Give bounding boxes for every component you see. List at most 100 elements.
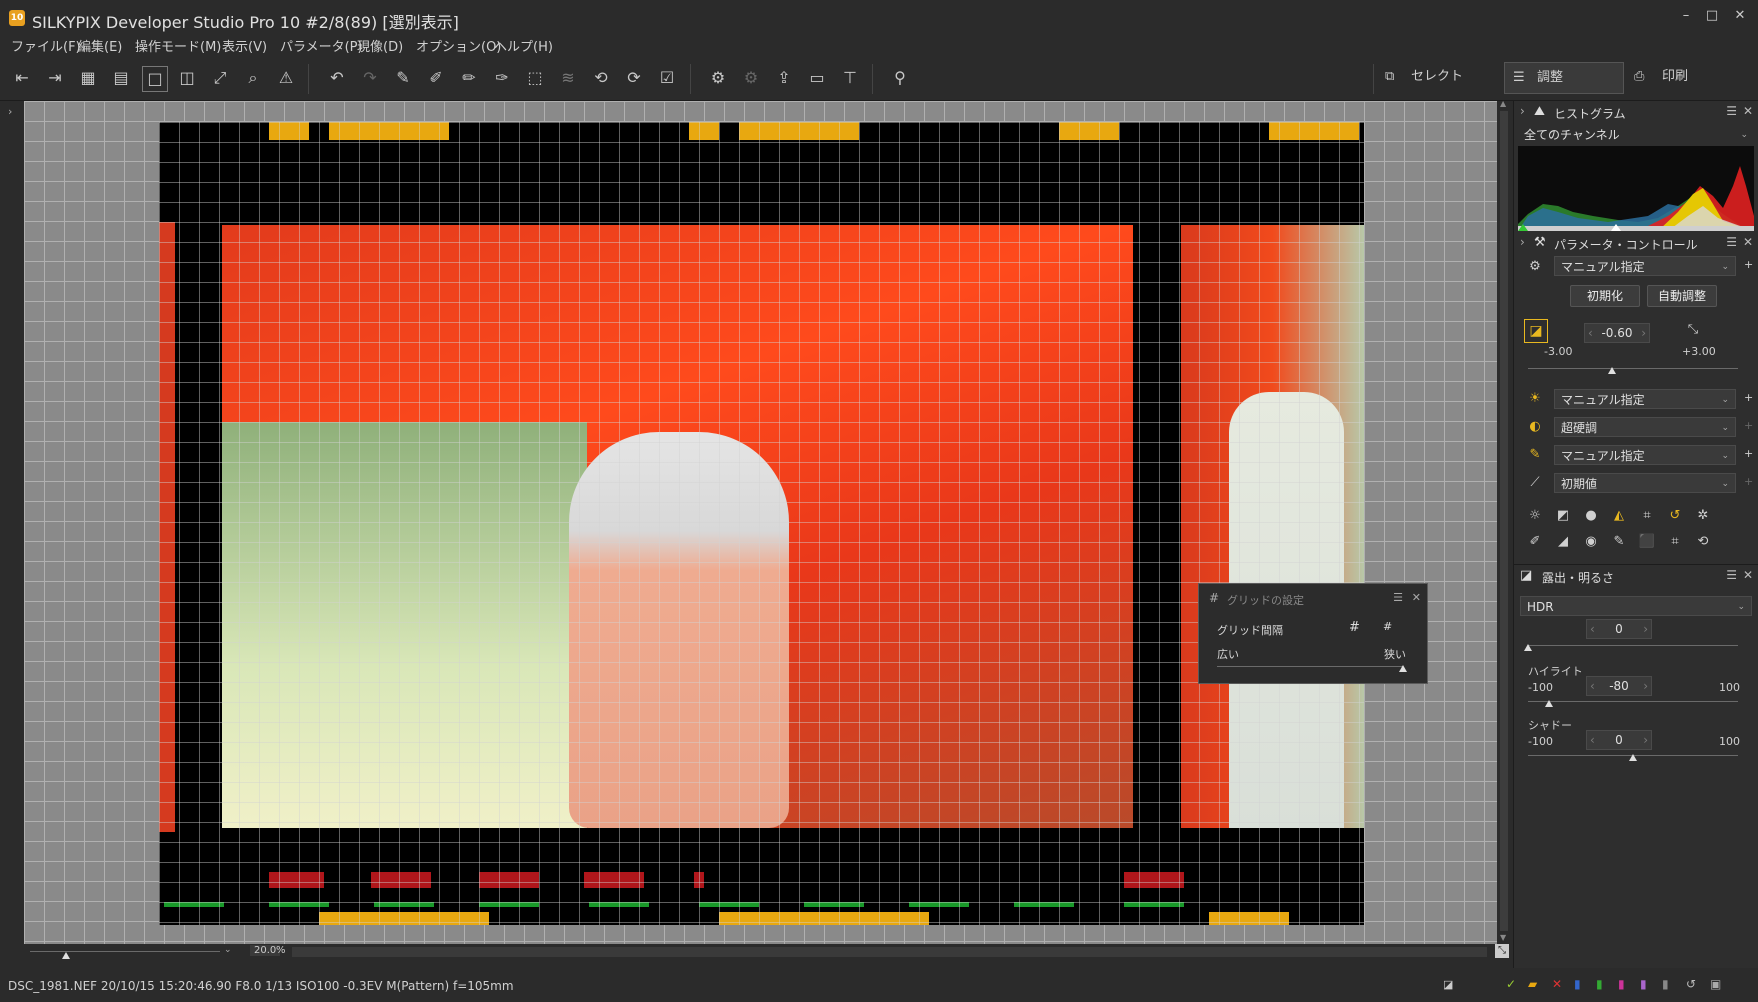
vertical-scroll-thumb[interactable] — [1500, 111, 1508, 931]
tool-icon[interactable]: ⊤ — [838, 66, 862, 90]
left-panel-toggle[interactable]: › — [0, 101, 22, 956]
white-balance-select[interactable]: マニュアル指定 ⌄ — [1554, 389, 1736, 409]
zoom-dropdown-icon[interactable]: ⌄ — [224, 945, 232, 955]
menu-mode[interactable]: 操作モード(M) — [135, 36, 221, 55]
dialog-menu-icon[interactable]: ☰ — [1393, 591, 1403, 604]
highlight-slider[interactable] — [1528, 701, 1738, 702]
hdr-mode-select[interactable]: HDR ⌄ — [1520, 596, 1752, 616]
increment-icon[interactable]: › — [1643, 620, 1648, 638]
folder-icon[interactable]: ▰ — [1528, 977, 1537, 991]
photo-preview[interactable] — [159, 122, 1364, 925]
search-person-icon[interactable]: ⚲ — [888, 66, 912, 90]
decrement-icon[interactable]: ‹ — [1588, 324, 1593, 342]
pink-label-icon[interactable]: ▮ — [1618, 977, 1625, 991]
redo-icon[interactable]: ↷ — [358, 66, 382, 90]
increment-icon[interactable]: › — [1643, 731, 1648, 749]
histogram-header[interactable]: › ⛰ ヒストグラム ☰ ✕ — [1514, 101, 1758, 125]
panel-close-icon[interactable]: ✕ — [1743, 104, 1753, 118]
zoom-icon[interactable]: ⌕ — [241, 66, 265, 90]
exposure-value-field[interactable]: ‹ -0.60 › — [1584, 323, 1650, 343]
prev-image-icon[interactable]: ⇤ — [10, 66, 34, 90]
compare-view-icon[interactable]: ◫ — [175, 66, 199, 90]
filmstrip-view-icon[interactable]: ▤ — [109, 66, 133, 90]
highlight-value-field[interactable]: ‹ -80 › — [1586, 676, 1652, 696]
panel-close-icon[interactable]: ✕ — [1743, 568, 1753, 582]
panel-close-icon[interactable]: ✕ — [1743, 235, 1753, 249]
menu-option[interactable]: オプション(O) — [416, 36, 501, 55]
increment-icon[interactable]: › — [1643, 677, 1648, 695]
check-icon[interactable]: ☑ — [655, 66, 679, 90]
exposure-panel-header[interactable]: ◪ 露出・明るさ ☰ ✕ — [1514, 564, 1758, 589]
menu-parameter[interactable]: パラメータ(P) — [280, 36, 363, 55]
maximize-button[interactable]: □ — [1700, 6, 1724, 26]
zoom-slider-knob[interactable] — [62, 952, 70, 959]
grid-interval-slider-knob[interactable] — [1399, 665, 1407, 672]
hdr-slider[interactable] — [1528, 645, 1738, 646]
collapse-chevron-icon[interactable]: › — [1520, 104, 1525, 118]
histogram-channel-select[interactable]: 全てのチャンネル ⌄ — [1518, 125, 1754, 145]
sharpness-icon[interactable]: ✎ — [1526, 446, 1544, 464]
close-button[interactable]: ✕ — [1728, 6, 1752, 26]
exposure-icon[interactable]: ◪ — [1524, 319, 1548, 343]
param-control-header[interactable]: › ⚒ パラメータ・コントロール ☰ ✕ — [1514, 232, 1758, 256]
scroll-down-icon[interactable]: ▼ — [1500, 933, 1506, 942]
taste-preset-select[interactable]: マニュアル指定 ⌄ — [1554, 256, 1736, 276]
brush-icon[interactable]: ✐ — [1526, 533, 1544, 551]
decrement-icon[interactable]: ‹ — [1590, 731, 1595, 749]
grid-interval-slider[interactable] — [1217, 666, 1403, 667]
grid-wide-icon[interactable]: # — [1349, 620, 1360, 635]
check-mark-icon[interactable]: ✓ — [1506, 977, 1516, 991]
rotate-status-icon[interactable]: ↺ — [1686, 977, 1696, 991]
eye-icon[interactable]: ◉ — [1582, 533, 1600, 551]
mode-tab-print[interactable]: ⎙ 印刷 — [1634, 62, 1744, 92]
pen-icon[interactable]: ✎ — [1610, 533, 1628, 551]
mode-tab-select[interactable]: ⧉ セレクト — [1385, 62, 1495, 92]
hdr-icon[interactable]: ◭ — [1610, 507, 1628, 525]
exposure-slider[interactable] — [1528, 368, 1738, 369]
expand-icon[interactable]: ⤡ — [1684, 321, 1702, 339]
scroll-up-icon[interactable]: ▲ — [1500, 99, 1506, 108]
decrement-icon[interactable]: ‹ — [1590, 620, 1595, 638]
shadow-slider-knob[interactable] — [1629, 754, 1637, 761]
mode-tab-adjust[interactable]: ☰ 調整 — [1504, 62, 1624, 94]
reset-button[interactable]: 初期化 — [1570, 285, 1640, 307]
export-icon[interactable]: ⇪ — [772, 66, 796, 90]
noise-select[interactable]: 初期値 ⌄ — [1554, 473, 1736, 493]
auto-adjust-button[interactable]: 自動調整 — [1647, 285, 1717, 307]
purple-label-icon[interactable]: ▮ — [1640, 977, 1647, 991]
shadow-value-field[interactable]: ‹ 0 › — [1586, 730, 1652, 750]
transform-tool-icon[interactable]: ⟲ — [1694, 533, 1712, 551]
tone-select[interactable]: 超硬調 ⌄ — [1554, 417, 1736, 437]
paste-param-icon[interactable]: ✐ — [424, 66, 448, 90]
highlight-slider-knob[interactable] — [1545, 700, 1553, 707]
menu-view[interactable]: 表示(V) — [222, 36, 267, 55]
tone-icon[interactable]: ◐ — [1526, 418, 1544, 436]
increment-icon[interactable]: › — [1641, 324, 1646, 342]
curve-icon[interactable]: ◩ — [1554, 507, 1572, 525]
rotate-right-icon[interactable]: ⟳ — [622, 66, 646, 90]
batch-develop-icon[interactable]: ⚙ — [739, 66, 763, 90]
exposure-slider-knob[interactable] — [1608, 367, 1616, 374]
grid-view-icon[interactable]: ▦ — [76, 66, 100, 90]
copy-param-icon[interactable]: ✎ — [391, 66, 415, 90]
sphere-icon[interactable]: ● — [1582, 507, 1600, 525]
add-preset-icon[interactable]: + — [1744, 391, 1753, 404]
next-image-icon[interactable]: ⇥ — [43, 66, 67, 90]
lock-icon[interactable]: ▣ — [1710, 977, 1721, 991]
noise-reduction-icon[interactable]: ⟋ — [1526, 474, 1544, 492]
menu-edit[interactable]: 編集(E) — [78, 36, 122, 55]
crop-icon[interactable]: ⌗ — [1666, 533, 1684, 551]
undo-icon[interactable]: ↶ — [325, 66, 349, 90]
add-preset-icon[interactable]: + — [1744, 475, 1753, 488]
vertical-scrollbar[interactable]: ▲ ▼ — [1497, 99, 1511, 944]
crop-frame-icon[interactable]: ⌗ — [1638, 507, 1656, 525]
monitor-icon[interactable]: ▭ — [805, 66, 829, 90]
green-label-icon[interactable]: ▮ — [1596, 977, 1603, 991]
hdr-value-field[interactable]: ‹ 0 › — [1586, 619, 1652, 639]
panel-menu-icon[interactable]: ☰ — [1726, 235, 1737, 249]
develop-icon[interactable]: ⚙ — [706, 66, 730, 90]
gradient-icon[interactable]: ◢ — [1554, 533, 1572, 551]
decrement-icon[interactable]: ‹ — [1590, 677, 1595, 695]
brightness-icon[interactable]: ☼ — [1526, 507, 1544, 525]
param-brush-icon[interactable]: ✑ — [490, 66, 514, 90]
